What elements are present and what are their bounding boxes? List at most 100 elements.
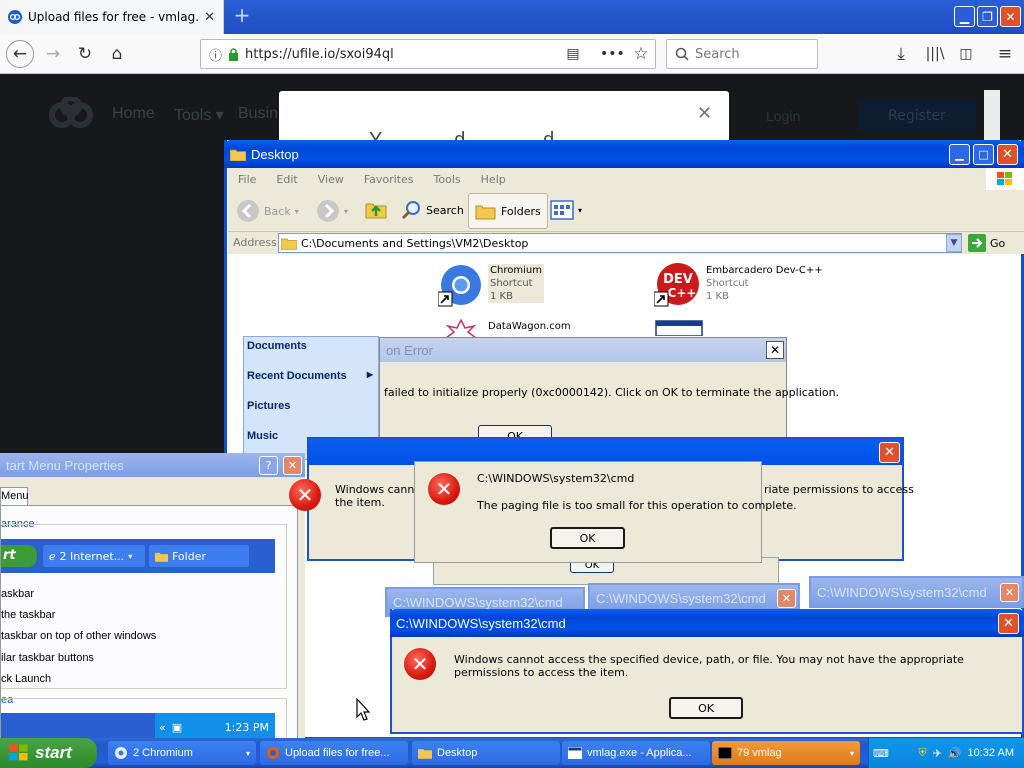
reload-icon[interactable]: ↻	[74, 43, 96, 65]
up-folder-button[interactable]	[364, 198, 388, 222]
ie-icon: ℯ	[49, 549, 56, 563]
explorer-minimize-button[interactable]: ▁	[949, 144, 970, 165]
taskbar-firefox[interactable]: Upload files for free...	[260, 741, 408, 765]
address-input[interactable]: C:\Documents and Settings\VM2\Desktop	[278, 233, 962, 253]
keyboard-icon[interactable]: ⌨	[873, 747, 889, 760]
menu-file[interactable]: File	[238, 173, 256, 186]
new-tab-button[interactable]: +	[232, 5, 252, 26]
url-bar[interactable]: ⓘ https://ufile.io/sxoi94ql	[200, 39, 656, 69]
views-icon	[550, 200, 574, 220]
modal-close-icon[interactable]: ✕	[697, 103, 712, 124]
firefox-small-icon	[266, 746, 280, 760]
cmd-window-3-close-button[interactable]: ✕	[1000, 583, 1019, 602]
bookmark-star-icon[interactable]: ☆	[630, 43, 652, 65]
minimize-button[interactable]: ▁	[954, 6, 975, 27]
download-icon[interactable]: ⤓	[890, 43, 912, 65]
network-icon[interactable]: ✈	[933, 747, 942, 760]
menu-edit[interactable]: Edit	[276, 173, 297, 186]
paging-error-message: The paging file is too small for this op…	[477, 499, 797, 512]
devcpp-shortcut-icon[interactable]: DEV C++	[654, 262, 700, 308]
forward-button[interactable]: ▾	[316, 199, 348, 223]
lock-icon	[228, 47, 239, 61]
reader-view-icon[interactable]: ▤	[562, 43, 584, 65]
search-button[interactable]: Search	[400, 199, 464, 221]
access-error-close-button-behind[interactable]: ✕	[879, 442, 900, 463]
menu-tools[interactable]: Tools	[434, 173, 461, 186]
access-error-ok-button[interactable]: OK	[669, 697, 743, 719]
browser-tab[interactable]: Upload files for free - vmlag.exe - ✕	[0, 0, 224, 34]
web-nav-tools[interactable]: Tools ▾	[174, 105, 224, 125]
folders-button[interactable]: Folders	[468, 193, 548, 229]
explorer-title-bar[interactable]: Desktop	[224, 140, 1024, 168]
tray-clock[interactable]: 10:32 AM	[968, 747, 1014, 759]
option-quick-launch[interactable]: ck Launch	[1, 673, 51, 685]
back-arrow-icon[interactable]: ←	[6, 40, 34, 68]
cmd-window-2-title[interactable]: C:\WINDOWS\system32\cmd	[590, 585, 798, 611]
start-menu-music[interactable]: Music	[247, 430, 278, 442]
web-login-link[interactable]: Login	[766, 108, 800, 124]
volume-icon[interactable]: 🔊	[948, 747, 962, 760]
page-actions-icon[interactable]: •••	[600, 43, 625, 65]
menu-view[interactable]: View	[318, 173, 344, 186]
home-icon[interactable]: ⌂	[106, 43, 128, 65]
menu-favorites[interactable]: Favorites	[364, 173, 414, 186]
cmd-window-2-close-button[interactable]: ✕	[777, 589, 796, 608]
properties-close-button[interactable]: ✕	[283, 456, 302, 475]
cmd-window-3-title[interactable]: C:\WINDOWS\system32\cmd	[811, 578, 1022, 606]
option-group-buttons[interactable]: ilar taskbar buttons	[1, 652, 94, 664]
forward-arrow-icon[interactable]: →	[42, 43, 64, 65]
option-taskbar-on-top[interactable]: taskbar on top of other windows	[1, 630, 156, 642]
browser-close-button[interactable]: ✕	[1000, 6, 1021, 27]
application-error-title-bar[interactable]: on Error	[380, 338, 786, 362]
restore-button[interactable]: ❐	[977, 6, 998, 27]
search-placeholder: Search	[695, 46, 740, 62]
web-nav-home[interactable]: Home	[112, 105, 155, 123]
access-error-close-button[interactable]: ✕	[998, 613, 1019, 634]
menu-hamburger-icon[interactable]: ≡	[994, 43, 1016, 65]
sidebar-icon[interactable]: ◫	[955, 43, 977, 65]
access-error-title-bar[interactable]: C:\WINDOWS\system32\cmd	[390, 609, 1024, 637]
search-input[interactable]: Search	[666, 39, 818, 69]
taskbar-vmlag-app[interactable]: vmlag.exe - Applica...	[562, 741, 710, 765]
search-icon	[675, 47, 689, 61]
taskbar-desktop[interactable]: Desktop	[412, 741, 560, 765]
tab-close-icon[interactable]: ✕	[204, 10, 215, 25]
window-app-icon[interactable]	[655, 320, 703, 336]
start-menu-pictures[interactable]: Pictures	[247, 400, 290, 412]
option-autohide-taskbar[interactable]: the taskbar	[1, 609, 55, 621]
application-error-close-button[interactable]: ✕	[766, 341, 784, 359]
explorer-toolbar: Back ▾ ▾ Search Folders ▾	[228, 190, 1024, 232]
info-icon[interactable]: ⓘ	[209, 45, 222, 64]
svg-text:DEV: DEV	[663, 272, 693, 287]
start-menu-documents[interactable]: Documents	[247, 340, 307, 352]
web-nav-business[interactable]: Busin	[238, 105, 278, 123]
windows-logo-icon	[8, 743, 30, 763]
back-button[interactable]: Back ▾	[236, 199, 299, 223]
help-button-icon[interactable]: ?	[259, 456, 278, 475]
preview-task-folder: Folder	[149, 545, 249, 567]
chromium-file-label[interactable]: Chromium Shortcut 1 KB	[488, 264, 544, 303]
start-button[interactable]: start	[0, 738, 97, 768]
views-button[interactable]: ▾	[550, 200, 582, 220]
security-shield-icon[interactable]: ⛨	[918, 747, 926, 760]
devcpp-file-label[interactable]: Embarcadero Dev-C++ Shortcut 1 KB	[706, 264, 823, 303]
web-register-button[interactable]: Register	[858, 100, 976, 132]
paging-error-ok-button[interactable]: OK	[550, 527, 625, 549]
address-dropdown-icon[interactable]: ▼	[946, 234, 962, 252]
start-menu-recent-documents[interactable]: Recent Documents ▶	[247, 370, 373, 382]
tray-collapse-icon: «	[159, 720, 166, 734]
explorer-close-button[interactable]: ✕	[997, 144, 1018, 165]
system-tray: ⌨ ⛨ ✈ 🔊 10:32 AM	[868, 738, 1024, 768]
go-button[interactable]: Go	[968, 234, 1005, 252]
taskbar-chromium[interactable]: 2 Chromium ▾	[108, 741, 256, 765]
taskbar-vmlag-group[interactable]: 79 vmlag ▾	[712, 741, 860, 765]
datawagon-icon[interactable]	[438, 318, 484, 338]
option-lock-taskbar[interactable]: askbar	[1, 588, 34, 600]
menu-help[interactable]: Help	[481, 173, 506, 186]
explorer-maximize-button[interactable]: □	[973, 144, 994, 165]
library-icon[interactable]: |||\	[924, 43, 946, 65]
chromium-shortcut-icon[interactable]	[438, 262, 484, 308]
taskbar-preview: rt ℯ2 Internet... ▾ Folder	[1, 539, 275, 573]
tab-start-menu[interactable]: Menu	[0, 487, 29, 505]
datawagon-file-label[interactable]: DataWagon.com	[488, 320, 571, 333]
